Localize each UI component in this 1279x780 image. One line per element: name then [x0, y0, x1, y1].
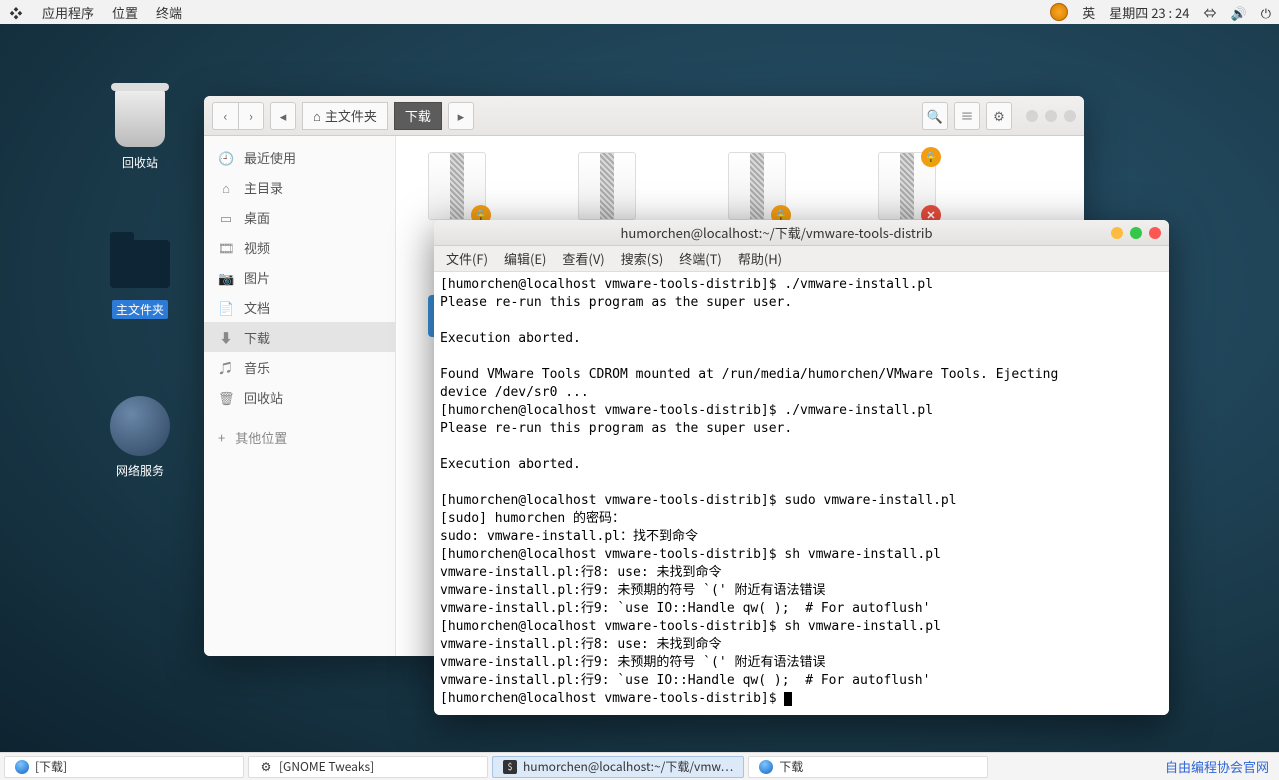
task-gnome-tweaks[interactable]: ⚙[GNOME Tweaks] — [248, 756, 488, 778]
power-icon[interactable]: ⏻ — [1261, 3, 1271, 22]
window-controls — [1026, 110, 1076, 122]
desktop-network-label: 网络服务 — [116, 462, 164, 479]
bottom-panel: [下载] ⚙[GNOME Tweaks] $humorchen@localhos… — [0, 752, 1279, 780]
task-terminal[interactable]: $humorchen@localhost:~/下载/vmw… — [492, 756, 744, 778]
menu-view[interactable]: 查看(V) — [562, 249, 604, 268]
desktop: 回收站 主文件夹 网络服务 ‹ › ◂ ⌂ 主文件夹 下载 ▸ 🔍 ≡ ⚙ — [0, 24, 1279, 752]
back-button[interactable]: ‹ — [212, 102, 238, 130]
input-method[interactable]: 英 — [1082, 3, 1095, 22]
task-downloads-2[interactable]: 下载 — [748, 756, 988, 778]
sidebar-item-desktop[interactable]: ▭桌面 — [204, 202, 395, 232]
lock-icon: 🔒 — [921, 147, 941, 167]
top-panel: ❖ 应用程序 位置 终端 英 星期四 23 : 24 ⇔ 🔊 ⏻ — [0, 0, 1279, 24]
search-button[interactable]: 🔍 — [922, 102, 948, 130]
terminal-titlebar: humorchen@localhost:~/下载/vmware-tools-di… — [434, 220, 1169, 246]
sidebar-item-recent[interactable]: 🕘最近使用 — [204, 142, 395, 172]
menu-applications[interactable]: 应用程序 — [42, 3, 94, 22]
menu-terminal[interactable]: 终端(T) — [679, 249, 722, 268]
cursor — [784, 692, 792, 706]
desktop-home-folder[interactable]: 主文件夹 — [100, 232, 180, 319]
path-left-button[interactable]: ◂ — [270, 102, 296, 130]
volume-icon[interactable]: 🔊 — [1231, 3, 1247, 22]
breadcrumb-downloads[interactable]: 下载 — [394, 102, 442, 130]
maximize-button[interactable] — [1130, 227, 1142, 239]
minimize-button[interactable] — [1026, 110, 1038, 122]
sidebar-item-pictures[interactable]: 📷图片 — [204, 262, 395, 292]
desktop-network[interactable]: 网络服务 — [100, 394, 180, 479]
menu-places[interactable]: 位置 — [112, 3, 138, 22]
sidebar-item-downloads[interactable]: ⬇下载 — [204, 322, 395, 352]
fm-sidebar: 🕘最近使用 ⌂主目录 ▭桌面 🎞视频 📷图片 📄文档 ⬇下载 ♫音乐 🗑回收站 … — [204, 136, 396, 656]
terminal-body[interactable]: [humorchen@localhost vmware-tools-distri… — [434, 272, 1169, 715]
terminal-output: [humorchen@localhost vmware-tools-distri… — [440, 277, 1058, 706]
menu-file[interactable]: 文件(F) — [446, 249, 488, 268]
update-indicator-icon[interactable] — [1050, 3, 1068, 21]
sidebar-item-trash[interactable]: 🗑回收站 — [204, 382, 395, 412]
terminal-menubar: 文件(F) 编辑(E) 查看(V) 搜索(S) 终端(T) 帮助(H) — [434, 246, 1169, 272]
desktop-home-label: 主文件夹 — [112, 300, 168, 319]
minimize-button[interactable] — [1111, 227, 1123, 239]
settings-button[interactable]: ⚙ — [986, 102, 1012, 130]
maximize-button[interactable] — [1045, 110, 1057, 122]
view-options-button[interactable]: ≡ — [954, 102, 980, 130]
menu-help[interactable]: 帮助(H) — [738, 249, 782, 268]
sidebar-item-videos[interactable]: 🎞视频 — [204, 232, 395, 262]
breadcrumb-home[interactable]: ⌂ 主文件夹 — [302, 102, 388, 130]
menu-search[interactable]: 搜索(S) — [621, 249, 664, 268]
sidebar-item-home[interactable]: ⌂主目录 — [204, 172, 395, 202]
sidebar-item-music[interactable]: ♫音乐 — [204, 352, 395, 382]
menu-terminal[interactable]: 终端 — [156, 3, 182, 22]
desktop-trash-label: 回收站 — [122, 154, 158, 171]
watermark: 自由编程协会官网 — [1165, 757, 1275, 776]
clock[interactable]: 星期四 23 : 24 — [1109, 3, 1189, 22]
terminal-title: humorchen@localhost:~/下载/vmware-tools-di… — [442, 223, 1111, 242]
sidebar-item-other[interactable]: +其他位置 — [204, 422, 395, 453]
task-downloads-1[interactable]: [下载] — [4, 756, 244, 778]
forward-button[interactable]: › — [238, 102, 264, 130]
menu-edit[interactable]: 编辑(E) — [504, 249, 546, 268]
path-right-button[interactable]: ▸ — [448, 102, 474, 130]
terminal-window: humorchen@localhost:~/下载/vmware-tools-di… — [434, 220, 1169, 715]
desktop-trash[interactable]: 回收站 — [100, 86, 180, 171]
close-button[interactable] — [1149, 227, 1161, 239]
fm-toolbar: ‹ › ◂ ⌂ 主文件夹 下载 ▸ 🔍 ≡ ⚙ — [204, 96, 1084, 136]
sidebar-item-documents[interactable]: 📄文档 — [204, 292, 395, 322]
network-icon[interactable]: ⇔ — [1204, 3, 1217, 22]
distro-icon: ❖ — [8, 4, 24, 20]
close-button[interactable] — [1064, 110, 1076, 122]
